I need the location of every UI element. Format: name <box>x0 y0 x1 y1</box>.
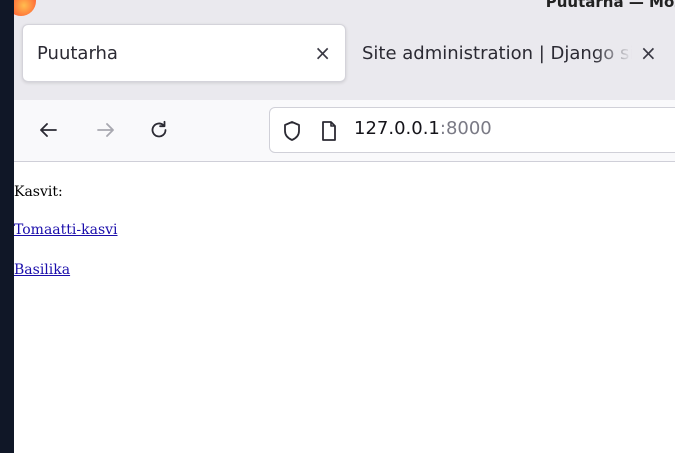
forward-arrow-icon <box>97 123 114 137</box>
reload-icon <box>151 120 167 138</box>
title-bar: Puutarha — Moz <box>14 0 675 18</box>
page-document-icon[interactable] <box>320 120 338 146</box>
reload-button[interactable] <box>141 112 177 148</box>
plant-link-basilika[interactable]: Basilika <box>14 262 70 278</box>
page-content: Kasvit: Tomaatti-kasvi Basilika <box>14 162 675 453</box>
firefox-logo-icon[interactable] <box>14 0 36 16</box>
close-tab-icon[interactable]: × <box>314 43 331 63</box>
close-tab-icon[interactable]: × <box>640 43 657 63</box>
page-heading: Kasvit: <box>14 184 63 200</box>
tab-strip: Puutarha × Site administration | Django … <box>14 18 675 100</box>
tab-puutarha[interactable]: Puutarha × <box>22 24 346 82</box>
back-arrow-icon <box>40 123 57 137</box>
browser-window: Puutarha — Moz Puutarha × Site administr… <box>14 0 675 453</box>
url-port: :8000 <box>439 118 492 139</box>
window-title: Puutarha — Moz <box>545 0 675 11</box>
back-button[interactable] <box>30 112 66 148</box>
forward-button[interactable] <box>88 112 124 148</box>
desktop-background <box>0 0 14 453</box>
plant-link-tomaatti-kasvi[interactable]: Tomaatti-kasvi <box>14 222 118 238</box>
tab-label: Site administration | Django site admin <box>362 42 632 64</box>
url-host: 127.0.0.1 <box>354 118 440 139</box>
tab-site-administration[interactable]: Site administration | Django site admin … <box>350 24 675 82</box>
tracking-protection-shield-icon[interactable] <box>282 120 302 146</box>
navigation-toolbar: 127.0.0.1:8000 <box>14 100 675 162</box>
url-bar[interactable]: 127.0.0.1:8000 <box>269 107 675 153</box>
tab-label: Puutarha <box>37 42 118 64</box>
url-text[interactable]: 127.0.0.1:8000 <box>354 118 492 139</box>
